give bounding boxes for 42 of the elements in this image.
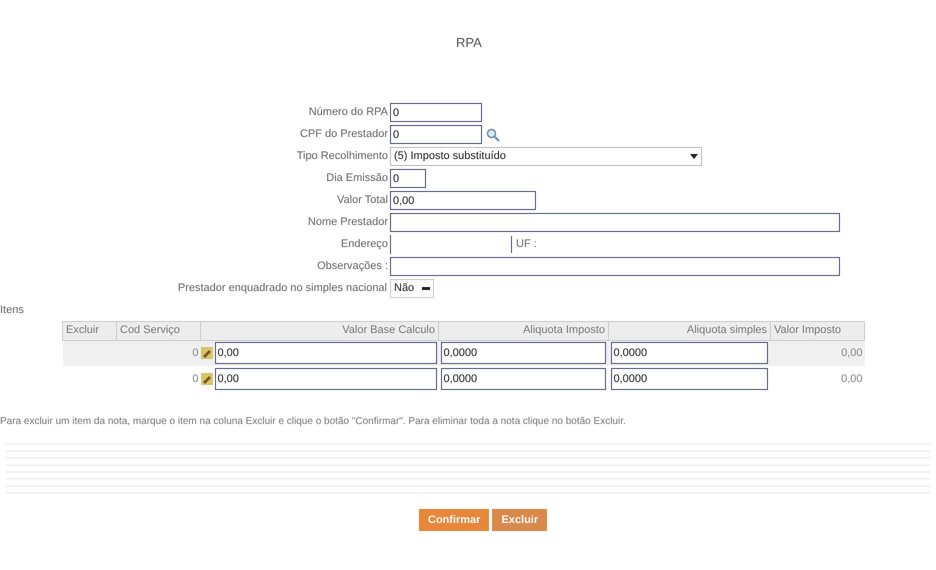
field-label: Valor Total [336, 193, 389, 208]
page-title: RPA [456, 34, 482, 52]
input-field[interactable]: 0,0000 [440, 368, 606, 390]
input-field[interactable]: 0,00 [390, 191, 536, 210]
search-icon[interactable] [486, 128, 500, 142]
field-label: Dia Emissão [325, 171, 389, 186]
input-field[interactable]: 0,0000 [440, 342, 606, 364]
input-field[interactable]: 0,0000 [610, 342, 768, 364]
column-header: Valor Base Calculo [200, 321, 438, 340]
input-field[interactable]: 0 [390, 103, 482, 122]
input-field[interactable]: 0,00 [214, 368, 436, 390]
input-field[interactable]: 0 [390, 125, 482, 144]
input-field[interactable]: 0,00 [214, 342, 436, 364]
caret-icon [422, 286, 430, 290]
column-header: Aliquota Imposto [438, 321, 608, 340]
input-field[interactable]: 0,0000 [610, 368, 768, 390]
edit-icon[interactable] [200, 373, 212, 385]
input-field[interactable] [390, 257, 840, 276]
input-field[interactable] [390, 213, 840, 232]
field-label: Tipo Recolhimento [296, 149, 389, 164]
field-label: CPF do Prestador [298, 127, 389, 142]
table-cell: 0 [192, 347, 198, 359]
uf-label: UF : [511, 236, 537, 253]
section-title: Itens [0, 303, 25, 318]
column-header: Cod Serviço [116, 321, 200, 340]
field-label: Endereço [340, 237, 389, 252]
help-text: Para excluir um item da nota, marque o item na coluna Excluir e clique o botão "Confirmar". Para eliminar toda a nota clique no botão Excluir. [0, 415, 627, 429]
table-cell: 0,00 [841, 347, 862, 359]
column-header: Excluir [62, 321, 116, 340]
dropdown[interactable]: (5) Imposto substituído [390, 147, 702, 166]
field-label: Nome Prestador [306, 215, 389, 230]
edit-icon[interactable] [200, 347, 212, 360]
dropdown[interactable]: Não [390, 279, 434, 298]
field-label: Observações : [316, 259, 389, 274]
field-label: Prestador enquadrado no simples nacional [176, 281, 388, 296]
input-field[interactable]: 0 [390, 169, 426, 188]
table-cell: 0 [192, 372, 198, 385]
table-cell: 0,00 [841, 372, 862, 385]
column-header: Valor Imposto [770, 321, 864, 340]
caret-icon [690, 154, 698, 159]
column-header: Aliquota simples [608, 321, 770, 340]
field-label: Número do RPA [308, 105, 389, 120]
